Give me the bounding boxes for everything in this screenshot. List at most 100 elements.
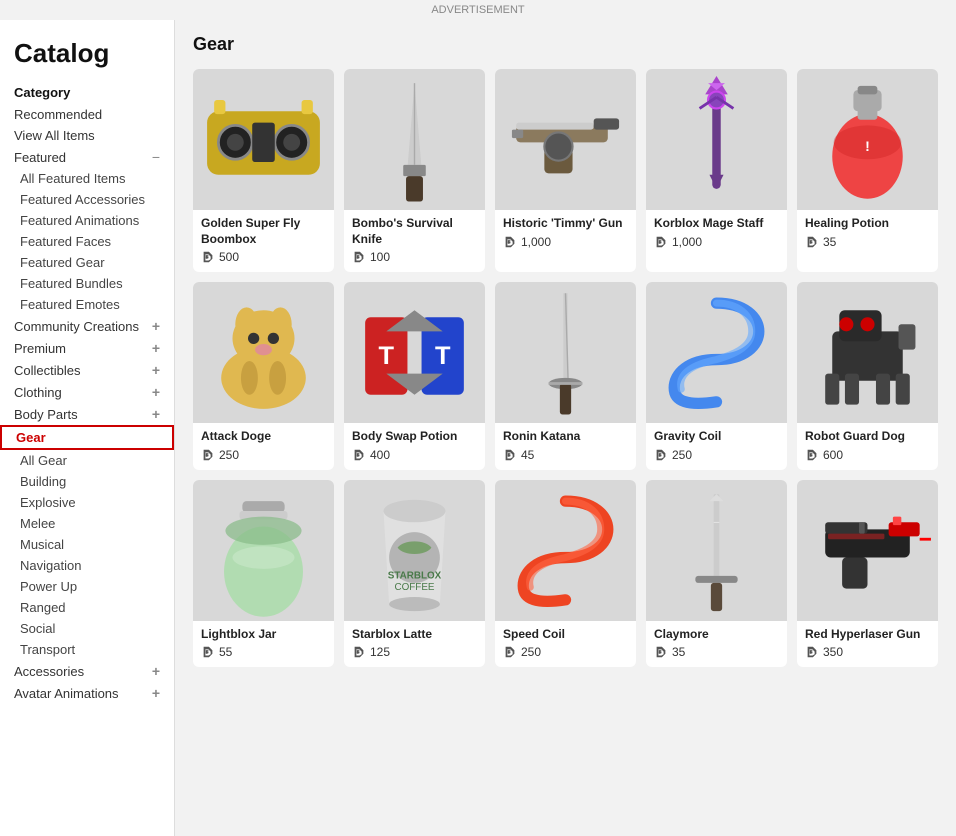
sidebar-item-label: Avatar Animations [14,686,119,701]
svg-text:COFFEE: COFFEE [395,582,435,593]
expand-icon: + [152,406,160,422]
page-wrapper: ADVERTISEMENT Catalog Category Recommend… [0,0,956,836]
item-name-8: Ronin Katana [503,429,628,445]
collapse-icon: − [152,149,160,165]
robux-icon [503,235,517,249]
expand-icon: + [152,384,160,400]
robux-icon [503,448,517,462]
svg-text:T: T [435,342,451,370]
item-info-5: Healing Potion 35 [797,210,938,257]
sidebar-item-label: Building [20,474,66,489]
item-card-15[interactable]: Red Hyperlaser Gun 350 [797,480,938,668]
item-card-10[interactable]: Robot Guard Dog 600 [797,282,938,470]
item-image-5: ! [797,69,938,210]
item-image-14 [646,480,787,621]
sidebar-item-label: Explosive [20,495,76,510]
item-card-3[interactable]: Historic 'Timmy' Gun 1,000 [495,69,636,272]
item-card-2[interactable]: Bombo's Survival Knife 100 [344,69,485,272]
item-card-8[interactable]: Ronin Katana 45 [495,282,636,470]
svg-text:STARBLOX: STARBLOX [388,570,442,581]
sidebar-item-featured-gear[interactable]: Featured Gear [0,252,174,273]
item-info-6: Attack Doge 250 [193,423,334,470]
sidebar-item-view-all[interactable]: View All Items [0,125,174,146]
sidebar-item-label: Transport [20,642,75,657]
item-card-12[interactable]: STARBLOX COFFEE Starblox Latte 125 [344,480,485,668]
content-area: Catalog Category RecommendedView All Ite… [0,20,956,836]
sidebar-item-avatar-animations[interactable]: Avatar Animations+ [0,682,174,704]
sidebar-item-label: Featured Animations [20,213,139,228]
item-name-5: Healing Potion [805,216,930,232]
item-price-text-2: 100 [370,250,390,264]
sidebar-item-explosive[interactable]: Explosive [0,492,174,513]
item-info-4: Korblox Mage Staff 1,000 [646,210,787,257]
sidebar-item-all-gear[interactable]: All Gear [0,450,174,471]
sidebar-item-featured-bundles[interactable]: Featured Bundles [0,273,174,294]
sidebar-item-accessories[interactable]: Accessories+ [0,660,174,682]
item-card-4[interactable]: Korblox Mage Staff 1,000 [646,69,787,272]
item-image-2 [344,69,485,210]
sidebar-item-all-featured[interactable]: All Featured Items [0,168,174,189]
sidebar-item-label: Featured Gear [20,255,105,270]
item-name-10: Robot Guard Dog [805,429,930,445]
item-price-text-10: 600 [823,448,843,462]
sidebar-item-label: Ranged [20,600,66,615]
sidebar-item-featured[interactable]: Featured− [0,146,174,168]
sidebar-item-building[interactable]: Building [0,471,174,492]
item-card-1[interactable]: Golden Super Fly Boombox 500 [193,69,334,272]
robux-icon [654,235,668,249]
sidebar-item-power-up[interactable]: Power Up [0,576,174,597]
item-price-text-5: 35 [823,235,836,249]
sidebar-item-featured-emotes[interactable]: Featured Emotes [0,294,174,315]
sidebar-item-community-creations[interactable]: Community Creations+ [0,315,174,337]
item-price-text-13: 250 [521,645,541,659]
item-price-text-6: 250 [219,448,239,462]
item-price-3: 1,000 [503,235,628,249]
item-card-6[interactable]: Attack Doge 250 [193,282,334,470]
sidebar-item-melee[interactable]: Melee [0,513,174,534]
expand-icon: + [152,663,160,679]
svg-text:T: T [379,342,395,370]
sidebar-item-musical[interactable]: Musical [0,534,174,555]
item-price-text-12: 125 [370,645,390,659]
item-card-11[interactable]: Lightblox Jar 55 [193,480,334,668]
item-info-3: Historic 'Timmy' Gun 1,000 [495,210,636,257]
item-image-10 [797,282,938,423]
item-price-text-7: 400 [370,448,390,462]
sidebar-item-premium[interactable]: Premium+ [0,337,174,359]
sidebar-item-label: All Gear [20,453,67,468]
item-card-5[interactable]: ! Healing Potion 35 [797,69,938,272]
item-card-9[interactable]: Gravity Coil 250 [646,282,787,470]
sidebar-item-ranged[interactable]: Ranged [0,597,174,618]
item-card-13[interactable]: Speed Coil 250 [495,480,636,668]
sidebar-item-featured-accessories[interactable]: Featured Accessories [0,189,174,210]
sidebar-item-gear[interactable]: Gear [0,425,174,450]
main-content: Gear Golden Super Fly Boombox 500 Bombo'… [175,20,956,836]
sidebar-item-body-parts[interactable]: Body Parts + [0,403,174,425]
item-price-text-8: 45 [521,448,534,462]
sidebar-item-featured-animations[interactable]: Featured Animations [0,210,174,231]
robux-icon [201,250,215,264]
robux-icon [654,448,668,462]
item-name-1: Golden Super Fly Boombox [201,216,326,247]
sidebar-item-clothing[interactable]: Clothing + [0,381,174,403]
sidebar: Catalog Category RecommendedView All Ite… [0,20,175,836]
item-price-4: 1,000 [654,235,779,249]
item-price-text-9: 250 [672,448,692,462]
sidebar-item-social[interactable]: Social [0,618,174,639]
item-image-9 [646,282,787,423]
sidebar-item-label: Power Up [20,579,77,594]
sidebar-item-navigation[interactable]: Navigation [0,555,174,576]
sidebar-item-transport[interactable]: Transport [0,639,174,660]
sidebar-item-recommended[interactable]: Recommended [0,104,174,125]
item-price-text-3: 1,000 [521,235,551,249]
item-card-14[interactable]: Claymore 35 [646,480,787,668]
sidebar-item-collectibles[interactable]: Collectibles+ [0,359,174,381]
robux-icon [201,448,215,462]
item-info-9: Gravity Coil 250 [646,423,787,470]
sidebar-item-featured-faces[interactable]: Featured Faces [0,231,174,252]
sidebar-item-label: Body Parts [14,407,78,422]
sidebar-item-label: Featured Accessories [20,192,145,207]
sidebar-item-label: Clothing [14,385,62,400]
sidebar-item-label: Social [20,621,55,636]
item-card-7[interactable]: T T Body Swap Potion 400 [344,282,485,470]
